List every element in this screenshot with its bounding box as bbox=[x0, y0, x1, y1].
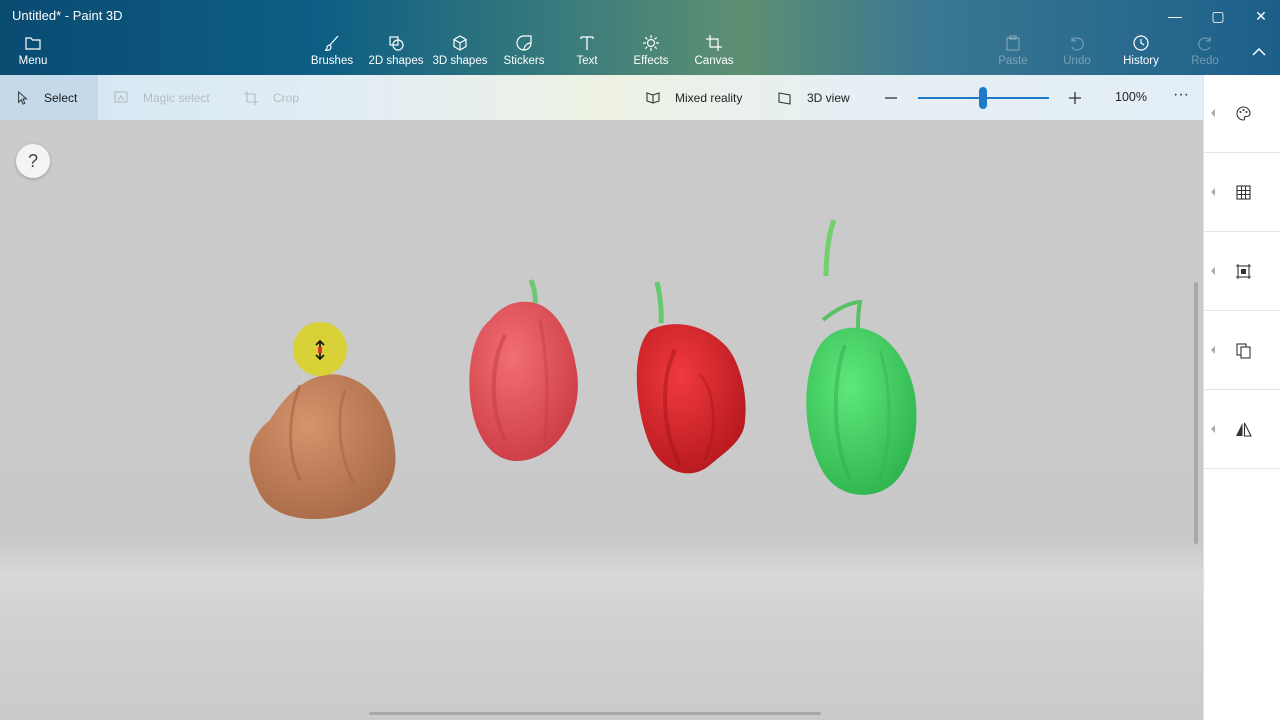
side-panel-item-crop-frame[interactable] bbox=[1204, 233, 1280, 311]
expand-arrow-icon bbox=[1211, 425, 1215, 433]
3d-shapes-icon bbox=[453, 35, 467, 51]
3d-shapes-button[interactable]: 3D shapes bbox=[425, 34, 495, 72]
crop-icon bbox=[244, 90, 258, 105]
canvas-button[interactable]: Canvas bbox=[679, 34, 749, 72]
mixed-reality-label: Mixed reality bbox=[675, 90, 743, 105]
mixed-reality-button[interactable]: Mixed reality bbox=[645, 75, 742, 120]
effects-icon bbox=[643, 35, 659, 51]
stickers-button[interactable]: Stickers bbox=[489, 34, 559, 72]
history-icon bbox=[1133, 35, 1149, 51]
canvas-label: Canvas bbox=[694, 55, 734, 67]
3d-view-label: 3D view bbox=[807, 90, 850, 105]
palette-icon bbox=[1236, 106, 1251, 121]
zoom-out-icon[interactable] bbox=[882, 89, 900, 107]
crop-tool[interactable]: Crop bbox=[243, 75, 299, 120]
minimize-button[interactable]: — bbox=[1153, 4, 1197, 28]
brushes-label: Brushes bbox=[310, 55, 354, 67]
magic-select-label: Magic select bbox=[143, 90, 210, 105]
canvas-scene bbox=[249, 219, 917, 520]
redo-icon bbox=[1198, 37, 1211, 51]
brown-pepper[interactable] bbox=[249, 374, 396, 520]
stickers-label: Stickers bbox=[503, 55, 545, 67]
expand-arrow-icon bbox=[1211, 109, 1215, 117]
expand-arrow-icon bbox=[1211, 267, 1215, 275]
undo-label: Undo bbox=[1063, 55, 1091, 67]
green-pepper[interactable] bbox=[806, 219, 917, 495]
side-panel-item-copy[interactable] bbox=[1204, 312, 1280, 390]
menu-label: Menu bbox=[18, 55, 48, 67]
select-label: Select bbox=[44, 90, 78, 105]
pointer-icon bbox=[18, 90, 28, 105]
expand-arrow-icon bbox=[1211, 346, 1215, 354]
redo-button[interactable]: Redo bbox=[1170, 34, 1240, 72]
close-button[interactable]: ✕ bbox=[1239, 4, 1280, 28]
zoom-level: 100% bbox=[1115, 90, 1147, 104]
magic-select-tool[interactable]: Magic select bbox=[113, 75, 210, 120]
menu-button[interactable]: Menu bbox=[8, 34, 58, 72]
effects-label: Effects bbox=[633, 55, 669, 67]
side-panel-item-grid[interactable] bbox=[1204, 154, 1280, 232]
brush-icon bbox=[324, 35, 339, 51]
collapse-ribbon-icon[interactable] bbox=[1247, 42, 1271, 62]
maximize-button[interactable]: ▢ bbox=[1196, 4, 1240, 28]
mixed-reality-icon bbox=[646, 91, 660, 104]
redo-label: Redo bbox=[1191, 55, 1219, 67]
2d-shapes-icon bbox=[389, 36, 404, 51]
history-button[interactable]: History bbox=[1106, 34, 1176, 72]
vertical-scrollbar[interactable] bbox=[1194, 282, 1198, 544]
horizontal-scrollbar[interactable] bbox=[369, 712, 821, 715]
undo-icon bbox=[1071, 37, 1084, 51]
title-ribbon-bar: Untitled* - Paint 3D — ▢ ✕ Menu Brushes … bbox=[0, 0, 1280, 75]
paste-label: Paste bbox=[998, 55, 1028, 67]
canvas-icon bbox=[706, 35, 722, 51]
folder-icon bbox=[25, 37, 41, 50]
stickers-icon bbox=[516, 35, 532, 51]
text-icon bbox=[580, 36, 594, 50]
flip-icon bbox=[1236, 422, 1252, 437]
crop-label: Crop bbox=[273, 90, 300, 105]
brushes-button[interactable]: Brushes bbox=[297, 34, 367, 72]
more-options-button[interactable]: ··· bbox=[1170, 75, 1192, 120]
paste-icon bbox=[1006, 35, 1020, 51]
expand-arrow-icon bbox=[1211, 188, 1215, 196]
text-label: Text bbox=[576, 55, 598, 67]
2d-shapes-label: 2D shapes bbox=[368, 55, 424, 67]
3d-view-button[interactable]: 3D view bbox=[777, 75, 850, 120]
zoom-slider-thumb[interactable] bbox=[979, 87, 987, 109]
paste-button[interactable]: Paste bbox=[978, 34, 1048, 72]
red-pepper[interactable] bbox=[636, 281, 746, 474]
text-button[interactable]: Text bbox=[552, 34, 622, 72]
pink-pepper[interactable] bbox=[469, 279, 578, 462]
move-cursor-icon bbox=[315, 340, 325, 360]
undo-button[interactable]: Undo bbox=[1042, 34, 1112, 72]
side-panel-item-palette[interactable] bbox=[1204, 75, 1280, 153]
side-panel-item-flip[interactable] bbox=[1204, 391, 1280, 469]
crop-frame-icon bbox=[1236, 264, 1251, 279]
3d-view-icon bbox=[778, 91, 791, 105]
effects-button[interactable]: Effects bbox=[616, 34, 686, 72]
grid-icon bbox=[1236, 185, 1251, 200]
history-label: History bbox=[1123, 55, 1159, 67]
copy-icon bbox=[1236, 343, 1251, 359]
zoom-in-icon[interactable] bbox=[1066, 89, 1084, 107]
select-tool[interactable]: Select bbox=[0, 75, 98, 120]
drawing-canvas[interactable]: ? bbox=[0, 120, 1203, 720]
side-panel bbox=[1203, 75, 1280, 720]
magic-select-icon bbox=[114, 90, 128, 103]
3d-shapes-label: 3D shapes bbox=[432, 55, 488, 67]
window-title: Untitled* - Paint 3D bbox=[12, 8, 123, 23]
2d-shapes-button[interactable]: 2D shapes bbox=[361, 34, 431, 72]
